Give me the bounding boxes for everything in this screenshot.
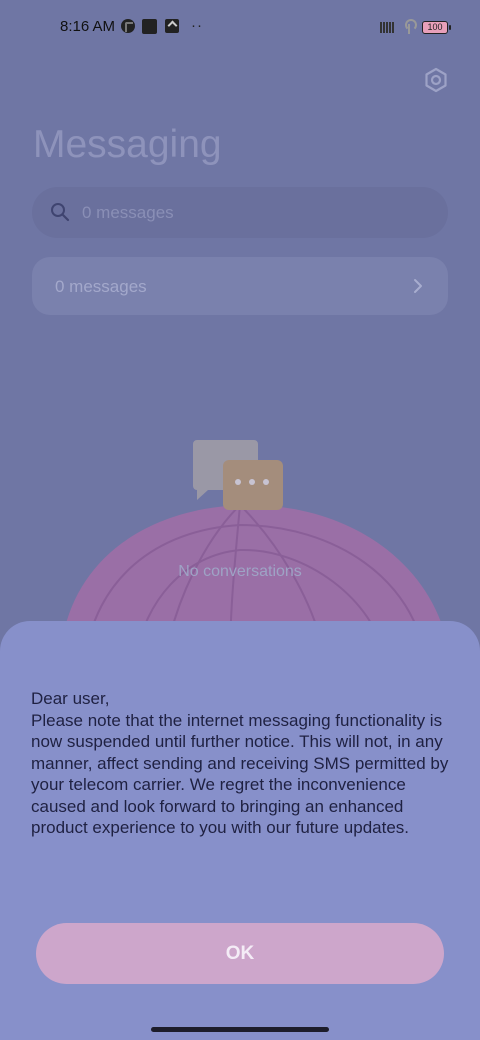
status-time: 8:16 AM xyxy=(60,18,116,35)
page-title: Messaging xyxy=(33,123,222,166)
upload-notification-icon xyxy=(165,19,179,33)
chevron-right-icon xyxy=(414,279,422,293)
battery-icon: 100 xyxy=(422,21,451,34)
status-bar: 8:16 AM ·· 100 xyxy=(0,0,480,56)
dialog-message: Dear user, Please note that the internet… xyxy=(31,689,449,837)
app-notification-icon xyxy=(121,19,135,33)
app-notification-icon xyxy=(142,19,157,34)
ok-button[interactable]: OK xyxy=(36,923,444,984)
more-notifications-icon: ·· xyxy=(191,17,203,34)
wifi-icon xyxy=(403,19,417,34)
search-placeholder: 0 messages xyxy=(82,203,174,222)
search-icon xyxy=(51,203,70,222)
empty-state-text: No conversations xyxy=(178,563,302,580)
messages-row-label: 0 messages xyxy=(55,277,147,296)
signal-icon xyxy=(380,21,396,33)
settings-icon[interactable] xyxy=(423,67,449,93)
messages-row[interactable]: 0 messages xyxy=(32,257,448,315)
home-indicator[interactable] xyxy=(151,1027,329,1032)
